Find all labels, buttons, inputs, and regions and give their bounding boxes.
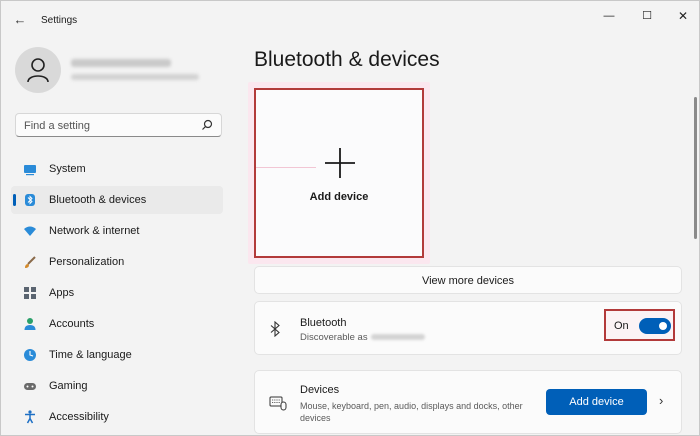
gamepad-icon [24, 383, 36, 390]
view-more-label: View more devices [421, 275, 515, 287]
sidebar-item-system[interactable]: System [11, 155, 223, 183]
search-icon [202, 119, 213, 130]
devices-subtitle: Mouse, keyboard, pen, audio, displays an… [300, 401, 523, 423]
sidebar-item-label: Network & internet [49, 225, 140, 237]
sidebar-item-accessibility[interactable]: Accessibility [11, 403, 223, 431]
brush-icon [25, 256, 36, 268]
sidebar-item-label: Gaming [49, 380, 88, 392]
sidebar-item-accounts[interactable]: Accounts [11, 310, 223, 338]
active-indicator [13, 194, 16, 206]
view-more-devices-button[interactable]: View more devices [254, 266, 682, 294]
sidebar-item-network[interactable]: Network & internet [11, 217, 223, 245]
bluetooth-card: Bluetooth Discoverable as On [254, 301, 682, 355]
sidebar-item-label: Accessibility [49, 411, 109, 423]
app-title: Settings [41, 15, 78, 26]
sidebar-item-apps[interactable]: Apps [11, 279, 223, 307]
sidebar-item-label: Time & language [49, 349, 132, 361]
sidebar-item-label: Accounts [49, 318, 95, 330]
sidebar-item-bluetooth-devices[interactable]: Bluetooth & devices [11, 186, 223, 214]
sidebar-item-personalization[interactable]: Personalization [11, 248, 223, 276]
chevron-right-icon[interactable]: › [659, 393, 663, 408]
profile-name-redacted [71, 59, 171, 67]
bluetooth-title: Bluetooth [300, 317, 347, 329]
search-input[interactable]: Find a setting [15, 113, 222, 137]
monitor-icon [24, 165, 36, 176]
scrollbar[interactable] [694, 97, 697, 239]
sidebar-item-label: Apps [49, 287, 75, 299]
toggle-knob [659, 322, 667, 330]
add-device-tile-label: Add device [309, 191, 369, 203]
bluetooth-subtitle-text: Discoverable as [300, 332, 368, 343]
add-device-tile[interactable]: Add device [254, 88, 424, 258]
globe-clock-icon [24, 349, 36, 361]
sidebar-item-label: System [49, 163, 86, 175]
close-button[interactable]: ✕ [671, 7, 695, 25]
add-device-button[interactable]: Add device [546, 389, 647, 415]
bluetooth-toggle[interactable] [639, 318, 671, 334]
plus-icon [325, 148, 355, 178]
accessibility-icon [25, 410, 35, 424]
profile-email-redacted [71, 74, 199, 80]
bluetooth-devices-icon [25, 194, 35, 206]
page-title: Bluetooth & devices [254, 48, 440, 71]
keyboard-mouse-icon [269, 396, 287, 411]
devices-title: Devices [300, 384, 340, 396]
devices-card[interactable]: Devices Mouse, keyboard, pen, audio, dis… [254, 370, 682, 434]
maximize-button[interactable]: ☐ [635, 7, 659, 25]
device-name-redacted [370, 334, 425, 341]
decorative-line [256, 167, 316, 168]
search-placeholder: Find a setting [24, 120, 91, 132]
bluetooth-icon [270, 321, 280, 337]
title-bar: ← Settings — ☐ ✕ [1, 1, 699, 37]
sidebar-item-time-language[interactable]: Time & language [11, 341, 223, 369]
minimize-button[interactable]: — [597, 7, 621, 25]
bluetooth-subtitle: Discoverable as [300, 332, 425, 343]
sidebar-item-gaming[interactable]: Gaming [11, 372, 223, 400]
sidebar-item-label: Bluetooth & devices [49, 194, 147, 206]
toggle-highlight: On [604, 309, 675, 341]
wifi-icon [24, 226, 36, 236]
toggle-state-label: On [614, 320, 629, 332]
settings-window: ← Settings — ☐ ✕ Find a setting System B… [0, 0, 700, 436]
user-icon [27, 58, 49, 83]
person-icon [24, 318, 36, 330]
sidebar-item-label: Personalization [49, 256, 125, 268]
apps-icon [24, 287, 36, 299]
avatar[interactable] [15, 47, 61, 93]
back-arrow-icon[interactable]: ← [11, 11, 29, 29]
